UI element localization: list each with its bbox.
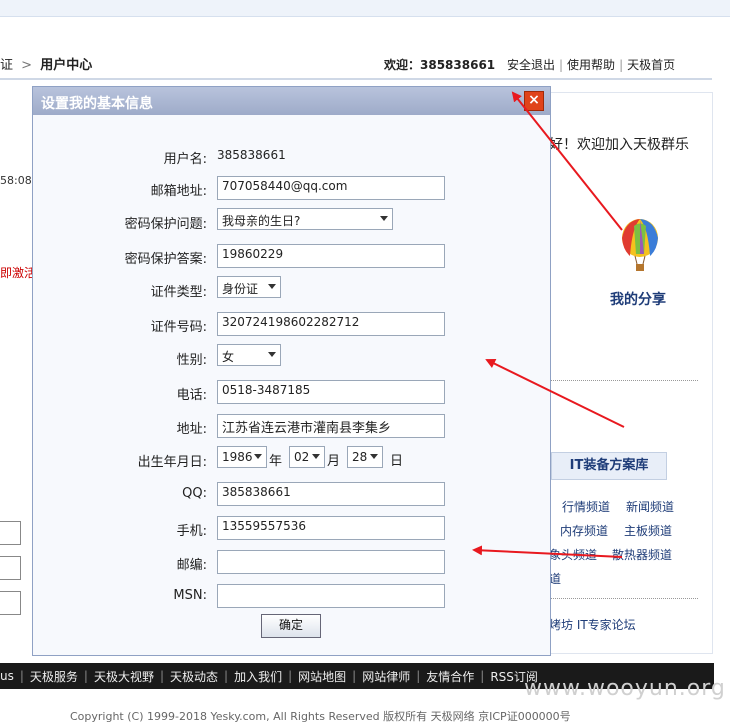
arrow-to-gender [485, 359, 625, 428]
footer-link[interactable]: us [0, 669, 14, 683]
annotation-arrows [472, 91, 625, 558]
footer-link[interactable]: 天极服务 [30, 668, 78, 685]
footer-link[interactable]: 加入我们 [234, 668, 282, 685]
footer-link[interactable]: 天极动态 [170, 668, 218, 685]
footer-link[interactable]: 天极大视野 [94, 668, 154, 685]
watermark: www.wooyun.org [524, 676, 726, 701]
copyright-text: Copyright (C) 1999-2018 Yesky.com, All R… [70, 710, 571, 723]
footer-link[interactable]: 网站地图 [298, 668, 346, 685]
arrow-to-close [511, 91, 623, 231]
arrow-to-mobile [472, 545, 623, 558]
footer-link[interactable]: 友情合作 [426, 668, 474, 685]
footer-link[interactable]: 网站律师 [362, 668, 410, 685]
